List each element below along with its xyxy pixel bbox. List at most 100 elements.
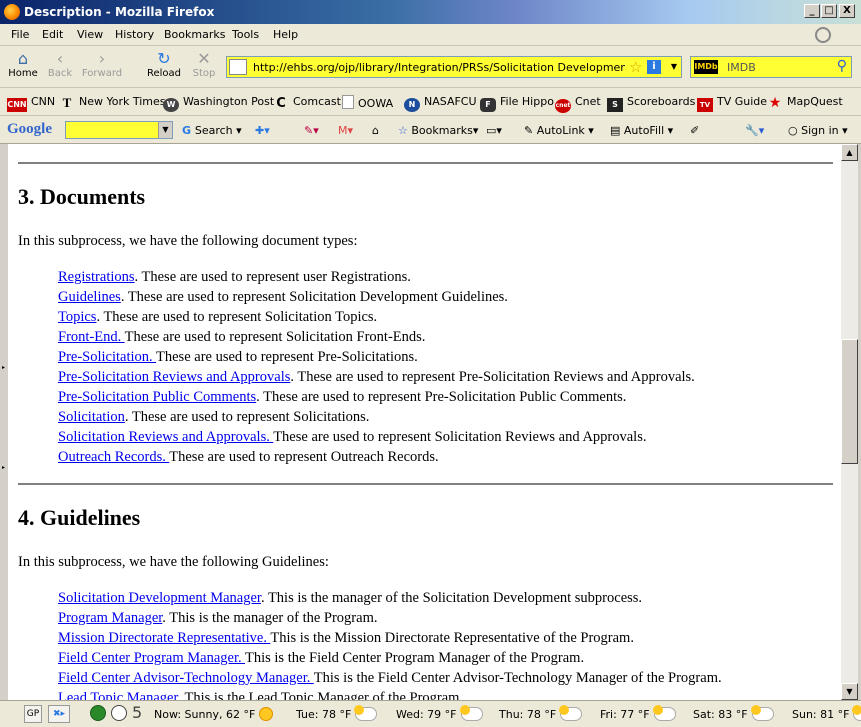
weather-thu[interactable]: Thu: 78 °F	[499, 705, 583, 721]
bookmark-cnet[interactable]: cnet Cnet	[555, 95, 601, 113]
bookmark-new-york-times[interactable]: T New York Times	[59, 95, 166, 110]
guideline-link-field-center-pm[interactable]: Field Center Program Manager.	[58, 650, 245, 666]
sidebar-splitter[interactable]: ▸ ▸	[0, 144, 8, 700]
guideline-link-lead-topic-manager[interactable]: Lead Topic Manager	[58, 690, 178, 700]
building-icon[interactable]: ⌂	[372, 124, 379, 137]
info-icon[interactable]: i	[647, 60, 661, 74]
back-button[interactable]: ‹ Back	[46, 50, 74, 80]
bookmark-file-hippo[interactable]: F File Hippo	[480, 95, 554, 112]
autofill-button[interactable]: ▤ AutoFill ▾	[610, 124, 673, 137]
doc-link-front-end[interactable]: Front-End.	[58, 329, 125, 345]
doc-link-topics[interactable]: Topics	[58, 309, 96, 325]
menu-tools[interactable]: Tools	[232, 28, 259, 41]
scoreboards-icon: S	[607, 98, 623, 112]
guideline-link-program-manager[interactable]: Program Manager	[58, 610, 162, 626]
imdb-engine-icon[interactable]: IMDb	[694, 60, 718, 74]
google-bookmarks-button[interactable]: ☆ Bookmarks▾	[398, 124, 478, 137]
url-text[interactable]: http://ehbs.org/ojp/library/Integration/…	[253, 61, 625, 74]
search-bar[interactable]: IMDb IMDB ⚲	[690, 56, 852, 78]
scroll-thumb[interactable]	[841, 339, 858, 464]
bookmark-nasafcu[interactable]: N NASAFCU	[404, 95, 477, 112]
menu-history[interactable]: History	[115, 28, 154, 41]
weather-fri[interactable]: Fri: 77 °F	[600, 705, 676, 721]
status-green-icon[interactable]	[90, 705, 106, 721]
guideline-link-mission-directorate[interactable]: Mission Directorate Representative.	[58, 630, 270, 646]
doc-link-solicitation[interactable]: Solicitation	[58, 409, 125, 425]
status-count: 5	[132, 703, 143, 722]
bookmark-comcast[interactable]: C Comcast	[273, 95, 341, 111]
gp-badge[interactable]: GP	[24, 705, 42, 723]
item-description: . These are used to represent Pre-Solici…	[290, 369, 695, 385]
url-bar[interactable]: http://ehbs.org/ojp/library/Integration/…	[226, 56, 682, 78]
list-item: Field Center Advisor-Technology Manager.…	[58, 670, 722, 687]
pencil-icon[interactable]: ✐	[690, 124, 699, 137]
item-description: . These are used to represent Pre-Solici…	[256, 389, 627, 405]
weather-label: Wed: 79 °F	[396, 708, 457, 721]
doc-link-pre-solicitation-comments[interactable]: Pre-Solicitation Public Comments	[58, 389, 256, 405]
bookmark-mapquest[interactable]: ★ MapQuest	[767, 95, 843, 110]
vertical-scrollbar[interactable]: ▲ ▼	[841, 144, 858, 700]
home-button[interactable]: ⌂ Home	[8, 49, 38, 80]
stop-button[interactable]: ✕ Stop	[190, 50, 218, 80]
minimize-button[interactable]: _	[804, 4, 820, 18]
doc-link-pre-solicitation[interactable]: Pre-Solicitation.	[58, 349, 156, 365]
weather-tue[interactable]: Tue: 78 °F	[296, 705, 378, 721]
google-plus-icon[interactable]: ✚▾	[255, 124, 270, 137]
url-dropdown-icon[interactable]: ▼	[671, 62, 677, 71]
autolink-button[interactable]: ✎ AutoLink ▾	[524, 124, 594, 137]
doc-link-guidelines[interactable]: Guidelines	[58, 289, 121, 305]
menu-view[interactable]: View	[77, 28, 103, 41]
bookmark-scoreboards[interactable]: S Scoreboards	[607, 95, 695, 112]
stop-label: Stop	[192, 68, 216, 79]
scroll-up-icon[interactable]: ▲	[841, 144, 858, 161]
addon-icon[interactable]: ✖▸	[48, 705, 70, 723]
home-icon: ⌂	[17, 49, 29, 68]
bookmark-star-icon[interactable]: ☆	[629, 58, 642, 76]
bookmark-tv-guide[interactable]: TV TV Guide	[697, 95, 767, 112]
weather-now[interactable]: Now: Sunny, 62 °F	[154, 707, 274, 721]
status-bar: GP ✖▸ 5 Now: Sunny, 62 °F Tue: 78 °F Wed…	[0, 700, 861, 727]
bookmark-cnn[interactable]: CNN CNN	[7, 95, 55, 112]
weather-sat[interactable]: Sat: 83 °F	[693, 705, 774, 721]
signin-button[interactable]: ○ Sign in ▾	[788, 124, 848, 137]
doc-link-outreach-records[interactable]: Outreach Records.	[58, 449, 169, 465]
guideline-link-sd-manager[interactable]: Solicitation Development Manager	[58, 590, 261, 606]
google-search-button[interactable]: G Search ▾	[182, 124, 242, 137]
wrench-icon[interactable]: 🔧▾	[745, 124, 764, 137]
maximize-button[interactable]: □	[821, 4, 837, 18]
reload-button[interactable]: ↻ Reload	[146, 50, 182, 80]
search-icon[interactable]: ⚲	[837, 58, 847, 74]
menu-edit[interactable]: Edit	[42, 28, 63, 41]
sun-icon	[259, 707, 274, 721]
weather-wed[interactable]: Wed: 79 °F	[396, 705, 483, 721]
clock-icon[interactable]	[111, 705, 127, 721]
site-identity-icon[interactable]	[229, 59, 247, 75]
google-search-dropdown-icon[interactable]: ▼	[158, 122, 172, 138]
scroll-down-icon[interactable]: ▼	[841, 683, 858, 700]
google-bookmarks-label: Bookmarks	[411, 124, 473, 137]
google-box-icon[interactable]: ▭▾	[486, 124, 502, 137]
close-button[interactable]: X	[839, 4, 855, 18]
menu-help[interactable]: Help	[273, 28, 298, 41]
bookmark-label: Washington Post	[183, 95, 275, 108]
gmail-icon[interactable]: M▾	[338, 124, 353, 137]
doc-link-pre-solicitation-reviews[interactable]: Pre-Solicitation Reviews and Approvals	[58, 369, 290, 385]
google-bookmark-tool-icon[interactable]: ✎▾	[304, 124, 319, 137]
firefox-icon	[4, 4, 20, 20]
autofill-label: AutoFill	[623, 124, 665, 137]
search-input[interactable]: IMDB	[727, 61, 756, 74]
bookmark-oowa[interactable]: OOWA	[342, 95, 393, 110]
forward-button[interactable]: › Forward	[80, 50, 124, 80]
doc-link-registrations[interactable]: Registrations	[58, 269, 135, 285]
doc-link-solicitation-reviews[interactable]: Solicitation Reviews and Approvals.	[58, 429, 273, 445]
menu-bookmarks[interactable]: Bookmarks	[164, 28, 225, 41]
bookmark-washington-post[interactable]: W Washington Post	[163, 95, 274, 112]
bookmark-label: MapQuest	[787, 95, 843, 108]
google-search-input[interactable]: ▼	[65, 121, 173, 139]
guideline-link-field-center-atm[interactable]: Field Center Advisor-Technology Manager.	[58, 670, 314, 686]
menu-file[interactable]: File	[11, 28, 29, 41]
weather-label: Fri: 77 °F	[600, 708, 650, 721]
weather-sun[interactable]: Sun: 81 °F	[792, 705, 861, 721]
item-description: This is the Mission Directorate Represen…	[270, 630, 634, 646]
item-description: This is the Field Center Program Manager…	[245, 650, 585, 666]
